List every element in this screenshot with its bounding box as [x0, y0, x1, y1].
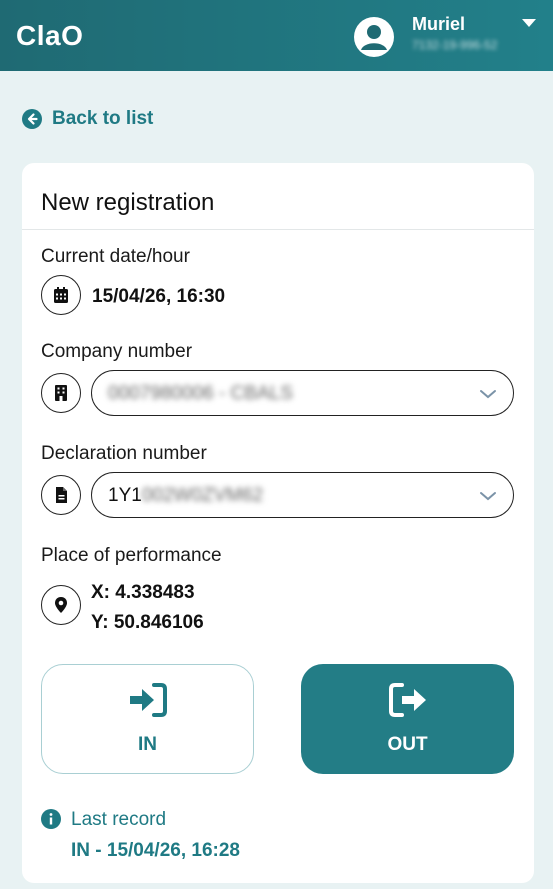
out-button-label: OUT — [387, 734, 428, 755]
document-icon — [41, 475, 81, 515]
card-title: New registration — [41, 189, 215, 216]
calendar-icon — [41, 275, 81, 315]
declaration-select[interactable]: 1Y1002W0ZVM62 — [91, 472, 514, 518]
place-y: Y: 50.846106 — [91, 612, 204, 633]
divider — [22, 229, 534, 230]
sign-in-icon — [129, 683, 167, 717]
building-icon — [41, 373, 81, 413]
chevron-down-icon — [480, 390, 496, 399]
sign-out-icon — [388, 683, 426, 717]
map-pin-icon — [41, 585, 81, 625]
user-circle-icon[interactable] — [354, 17, 394, 57]
caret-down-icon[interactable] — [522, 19, 536, 27]
top-bar: ClaO Muriel 7132-19-996-52 — [0, 0, 553, 71]
company-select[interactable]: 0007980006 - CBALS — [91, 370, 514, 416]
place-x: X: 4.338483 — [91, 582, 195, 603]
last-record-label: Last record — [71, 809, 167, 830]
back-to-list-link[interactable]: Back to list — [22, 108, 153, 130]
app-logo: ClaO — [16, 20, 84, 51]
in-button-label: IN — [138, 734, 157, 755]
in-button[interactable]: IN — [41, 664, 254, 774]
user-id: 7132-19-996-52 — [412, 38, 498, 52]
chevron-down-icon — [480, 492, 496, 501]
out-button[interactable]: OUT — [301, 664, 514, 774]
company-label: Company number — [41, 341, 193, 362]
info-icon — [41, 809, 61, 829]
company-value: 0007980006 - CBALS — [108, 383, 293, 404]
datetime-label: Current date/hour — [41, 246, 190, 267]
arrow-left-circle-icon — [22, 109, 42, 129]
place-label: Place of performance — [41, 545, 222, 566]
last-record-value: IN - 15/04/26, 16:28 — [71, 840, 240, 861]
back-link-label: Back to list — [52, 108, 154, 129]
user-name[interactable]: Muriel — [412, 14, 465, 35]
declaration-label: Declaration number — [41, 443, 207, 464]
datetime-value: 15/04/26, 16:30 — [92, 286, 226, 307]
registration-card: New registration Current date/hour 15/04… — [22, 163, 534, 883]
declaration-value: 1Y1002W0ZVM62 — [108, 485, 264, 506]
